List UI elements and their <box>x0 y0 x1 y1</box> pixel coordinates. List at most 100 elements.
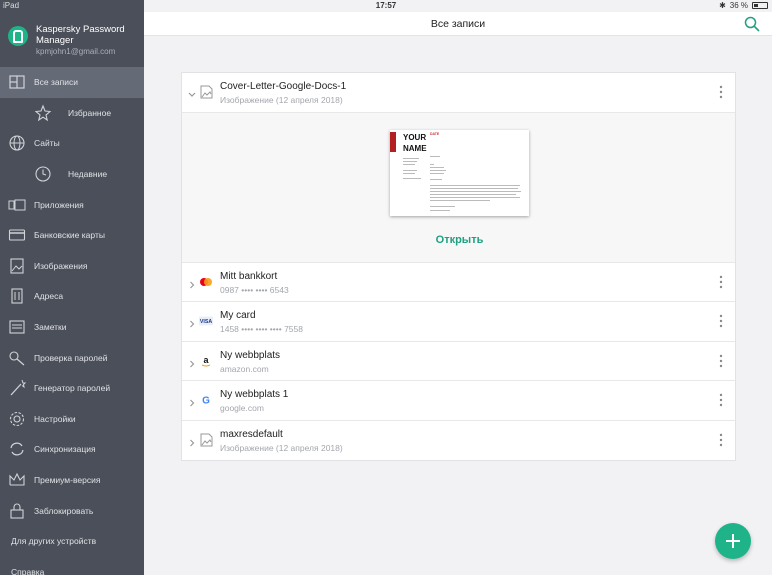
record-row[interactable]: VISA My card 1458 •••• •••• •••• 7558 <box>182 302 735 342</box>
apps-icon <box>0 196 34 214</box>
sidebar-nav: Все записи Избранное Сайты Недавние Приложен… <box>0 67 144 575</box>
chevron-right-icon[interactable] <box>188 277 196 288</box>
record-subtitle: 1458 •••• •••• •••• 7558 <box>220 324 303 334</box>
app-name: Kaspersky Password Manager <box>36 24 125 46</box>
sidebar-item-label: Изображения <box>34 260 88 271</box>
sidebar-item-label: Проверка паролей <box>34 352 108 363</box>
bank-card-icon <box>0 226 34 244</box>
top-bar: Все записи <box>144 12 772 36</box>
add-record-button[interactable] <box>715 523 751 559</box>
chevron-down-icon[interactable] <box>188 87 196 97</box>
kaspersky-logo-icon <box>8 26 28 46</box>
clock-icon <box>0 165 68 183</box>
chevron-right-icon[interactable] <box>188 316 196 328</box>
more-options-icon[interactable] <box>719 392 723 408</box>
all-records-icon <box>0 73 34 91</box>
document-text-line <box>403 160 417 162</box>
page-title: Все записи <box>430 18 486 30</box>
image-file-icon <box>199 85 213 99</box>
more-options-icon[interactable] <box>719 432 723 448</box>
mastercard-icon <box>199 275 213 289</box>
document-accent-bar <box>390 131 396 152</box>
more-options-icon[interactable] <box>719 353 723 369</box>
record-row[interactable]: Mitt bankkort 0987 •••• •••• 6543 <box>182 263 735 302</box>
more-options-icon[interactable] <box>719 84 723 100</box>
sidebar-item[interactable]: Приложения <box>0 189 144 220</box>
record-name: Ny webbplats <box>220 349 281 361</box>
sidebar-item[interactable]: Банковские карты <box>0 220 144 251</box>
document-text-line <box>430 155 440 157</box>
document-heading: YOUR NAME <box>403 132 427 153</box>
sidebar-item[interactable]: Проверка паролей <box>0 342 144 373</box>
sidebar-item[interactable]: Синхронизация <box>0 434 144 465</box>
record-row[interactable]: G Ny webbplats 1 google.com <box>182 381 735 421</box>
sidebar-item-label: Премиум-версия <box>34 475 101 486</box>
document-text-line <box>430 184 520 186</box>
open-button[interactable]: Открыть <box>182 234 737 246</box>
sidebar-item[interactable]: Избранное <box>0 98 144 129</box>
globe-icon <box>0 134 34 152</box>
document-text-line <box>430 205 455 207</box>
svg-text:a: a <box>203 355 209 365</box>
document-text-line <box>403 169 417 171</box>
notes-icon <box>0 318 34 336</box>
sidebar-item-label: Генератор паролей <box>34 383 111 394</box>
document-text-line <box>430 187 518 189</box>
amazon-icon: a <box>199 354 213 368</box>
brand: Kaspersky Password Manager kpmjohn1@gmai… <box>8 24 138 64</box>
svg-text:VISA: VISA <box>200 319 212 325</box>
image-file-icon <box>199 433 213 447</box>
sidebar-item[interactable]: Адреса <box>0 281 144 312</box>
search-icon[interactable] <box>744 16 760 32</box>
sidebar-item[interactable]: Для других устройств <box>0 526 144 557</box>
sidebar-item-label: Адреса <box>34 291 64 302</box>
record-row[interactable]: a Ny webbplats amazon.com <box>182 342 735 381</box>
document-text-line <box>430 196 520 198</box>
star-icon <box>0 104 68 122</box>
sidebar-item-label: Настройки <box>34 413 76 424</box>
sidebar-item[interactable]: Изображения <box>0 251 144 282</box>
image-icon <box>0 257 34 275</box>
document-text-line <box>430 193 516 195</box>
gear-icon <box>0 410 34 428</box>
sidebar-item-label: Все записи <box>34 77 78 88</box>
sidebar-item[interactable]: Справка <box>0 557 144 575</box>
document-text-line <box>430 172 444 174</box>
sidebar-item[interactable]: Все записи <box>0 67 144 98</box>
status-bar: iPad 17:57 ✱ 36 % <box>0 0 772 12</box>
more-options-icon[interactable] <box>719 313 723 329</box>
sidebar-item-label: Приложения <box>34 199 84 210</box>
record-preview-panel: YOUR NAME DATE Открыть <box>182 112 737 263</box>
sidebar-item[interactable]: Премиум-версия <box>0 465 144 496</box>
status-right: ✱ 36 % <box>719 1 768 10</box>
record-row[interactable]: maxresdefault Изображение (12 апреля 2018… <box>182 421 735 461</box>
sidebar-item-label: Избранное <box>68 107 112 118</box>
status-time: 17:57 <box>375 1 397 10</box>
record-row[interactable]: Cover-Letter-Google-Docs-1 Изображение (1… <box>182 73 735 113</box>
more-options-icon[interactable] <box>719 274 723 290</box>
chevron-right-icon[interactable] <box>188 356 196 367</box>
battery-percent: 36 % <box>729 1 748 10</box>
sidebar-item-label: Для других устройств <box>11 536 97 547</box>
document-text-line <box>430 209 450 211</box>
sidebar-item[interactable]: Недавние <box>0 159 144 190</box>
record-subtitle: google.com <box>220 403 264 413</box>
chevron-right-icon[interactable] <box>188 435 196 446</box>
sidebar-item[interactable]: Заблокировать <box>0 495 144 526</box>
record-subtitle: 0987 •••• •••• 6543 <box>220 284 289 295</box>
record-name: Cover-Letter-Google-Docs-1 <box>220 81 347 92</box>
document-text-line <box>403 163 415 165</box>
account-email: kpmjohn1@gmail.com <box>36 47 116 56</box>
sidebar-item[interactable]: Заметки <box>0 312 144 343</box>
document-thumbnail[interactable]: YOUR NAME DATE <box>390 129 529 216</box>
sidebar-item-label: Заметки <box>34 322 67 333</box>
sidebar-item[interactable]: Генератор паролей <box>0 373 144 404</box>
sidebar-item[interactable]: Сайты <box>0 128 144 159</box>
chevron-right-icon[interactable] <box>188 395 196 407</box>
google-icon: G <box>199 393 213 407</box>
sidebar-item-label: Банковские карты <box>34 230 105 241</box>
sidebar-item[interactable]: Настройки <box>0 404 144 435</box>
building-icon <box>0 287 34 305</box>
crown-icon <box>0 471 34 489</box>
sync-icon <box>0 440 34 458</box>
